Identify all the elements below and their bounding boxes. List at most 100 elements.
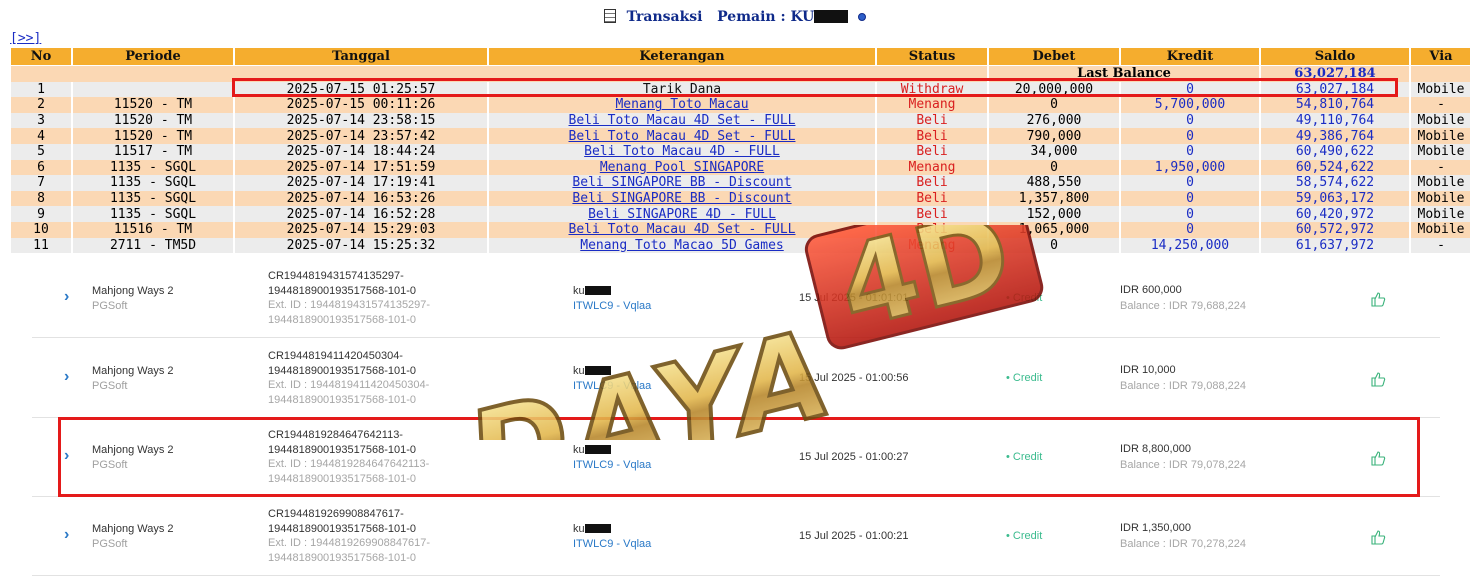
row-keterangan: Beli Toto Macau 4D Set - FULL xyxy=(489,112,875,129)
agent-link[interactable]: ITWLC9 - Vqlaa xyxy=(573,459,651,471)
row-tanggal: 2025-07-14 23:58:15 xyxy=(235,112,487,129)
redacted-user xyxy=(584,445,611,454)
user-name: ku xyxy=(573,365,585,377)
row-kredit: 1,950,000 xyxy=(1121,159,1259,176)
row-status: Beli xyxy=(877,206,987,222)
row-via: Mobile xyxy=(1411,112,1470,129)
table-row: 6 1135 - SGQL 2025-07-14 17:51:59 Menang Po… xyxy=(11,159,1470,176)
agent-link[interactable]: ITWLC9 - Vqlaa xyxy=(573,538,651,550)
row-description-link[interactable]: Beli Toto Macau 4D Set - FULL xyxy=(569,129,796,144)
row-tanggal: 2025-07-14 15:29:03 xyxy=(235,221,487,238)
expand-chevron-icon[interactable]: › xyxy=(64,526,69,544)
col-periode[interactable]: Periode xyxy=(73,48,233,66)
col-via[interactable]: Via xyxy=(1411,48,1470,66)
ext-id-line1: Ext. ID : 1944819284647642113- xyxy=(268,458,430,470)
ref-id-line2: 194481890019351756­8-101-0 xyxy=(268,443,417,456)
row-description-link[interactable]: Beli SINGAPORE 4D - FULL xyxy=(588,207,776,222)
row-description-link[interactable]: Beli SINGAPORE BB - Discount xyxy=(572,175,791,190)
ref-id-line1: CR1944819284647642113- xyxy=(268,429,403,441)
row-keterangan: Menang Pool SINGAPORE xyxy=(489,159,875,176)
col-saldo[interactable]: Saldo xyxy=(1261,48,1409,66)
ext-id-line1: Ext. ID : 1944819431574135297- xyxy=(268,299,431,311)
thumbs-up-icon[interactable] xyxy=(1370,371,1386,387)
row-periode: 1135 - SGQL xyxy=(73,159,233,176)
row-description-link[interactable]: Menang Toto Macao 5D Games xyxy=(580,238,784,253)
row-via: Mobile xyxy=(1411,175,1470,191)
log-amount: IDR 600,000 xyxy=(1120,284,1182,296)
row-tanggal: 2025-07-15 01:25:57 xyxy=(235,81,487,98)
row-saldo: 60,524,622 xyxy=(1261,159,1409,176)
row-periode: 11516 - TM xyxy=(73,221,233,238)
row-periode: 11520 - TM xyxy=(73,128,233,144)
row-saldo: 58,574,622 xyxy=(1261,175,1409,191)
row-keterangan: Tarik Dana xyxy=(489,81,875,98)
expand-chevron-icon[interactable]: › xyxy=(64,368,69,386)
game-log-row[interactable]: › Mahjong Ways 2 PGSoft CR19448194114204503… xyxy=(32,338,1440,418)
row-tanggal: 2025-07-14 16:53:26 xyxy=(235,190,487,207)
row-description-link[interactable]: Beli Toto Macau 4D Set - FULL xyxy=(569,113,796,128)
row-kredit: 0 xyxy=(1121,81,1259,98)
row-kredit: 14,250,000 xyxy=(1121,237,1259,254)
ext-id-line2: 194481890019351756­8-101-0 xyxy=(268,551,417,564)
row-debet: 790,000 xyxy=(989,128,1119,144)
row-no: 1 xyxy=(11,81,71,98)
row-debet: 0 xyxy=(989,159,1119,176)
next-page-link[interactable]: [>>] xyxy=(10,31,41,46)
game-name: Mahjong Ways 2 xyxy=(92,444,174,456)
row-periode: 1135 - SGQL xyxy=(73,206,233,222)
ref-id-line1: CR1944819269908847617- xyxy=(268,508,404,520)
row-description-link[interactable]: Beli SINGAPORE BB - Discount xyxy=(572,191,791,206)
row-status: Withdraw xyxy=(877,81,987,98)
agent-link[interactable]: ITWLC9 - Vqlaa xyxy=(573,380,651,392)
row-status: Beli xyxy=(877,143,987,160)
row-periode: 11520 - TM xyxy=(73,97,233,113)
row-description-link[interactable]: Menang Pool SINGAPORE xyxy=(600,160,764,175)
row-description-link[interactable]: Beli Toto Macau 4D Set - FULL xyxy=(569,222,796,237)
amount-cell: IDR 8,800,000 Balance : IDR 79,078,224 xyxy=(1120,443,1246,471)
col-kredit[interactable]: Kredit xyxy=(1121,48,1259,66)
row-saldo: 49,386,764 xyxy=(1261,128,1409,144)
col-debet[interactable]: Debet xyxy=(989,48,1119,66)
col-tanggal[interactable]: Tanggal xyxy=(235,48,487,66)
game-log-row[interactable]: › Mahjong Ways 2 PGSoft CR19448192846476421… xyxy=(32,417,1440,497)
info-icon[interactable] xyxy=(858,13,867,21)
row-tanggal: 2025-07-14 17:19:41 xyxy=(235,175,487,191)
row-via: - xyxy=(1411,237,1470,254)
row-no: 6 xyxy=(11,159,71,176)
redacted-username xyxy=(814,10,849,23)
row-tanggal: 2025-07-15 00:11:26 xyxy=(235,97,487,113)
log-type: • Credit xyxy=(1006,292,1043,304)
row-description-link[interactable]: Menang Toto Macau xyxy=(615,97,748,112)
game-cell: Mahjong Ways 2 PGSoft xyxy=(92,444,174,471)
game-log-row[interactable]: › Mahjong Ways 2 PGSoft CR19448194315741352… xyxy=(32,258,1440,338)
row-description-link[interactable]: Beli Toto Macau 4D - FULL xyxy=(584,144,780,159)
title-player-label: Pemain : KU xyxy=(717,9,815,25)
row-saldo: 49,110,764 xyxy=(1261,112,1409,129)
user-name: ku xyxy=(573,285,585,297)
col-keterangan[interactable]: Keterangan xyxy=(489,48,875,66)
game-log-row[interactable]: › Mahjong Ways 2 PGSoft CR19448192699088476… xyxy=(32,496,1440,576)
game-cell: Mahjong Ways 2 PGSoft xyxy=(92,523,174,550)
game-provider: PGSoft xyxy=(92,300,128,312)
row-saldo: 54,810,764 xyxy=(1261,97,1409,113)
col-no[interactable]: No xyxy=(11,48,71,66)
log-type-label: Credit xyxy=(1012,451,1043,463)
thumbs-up-icon[interactable] xyxy=(1370,450,1386,466)
thumbs-up-icon[interactable] xyxy=(1370,291,1386,307)
amount-cell: IDR 1,350,000 Balance : IDR 70,278,224 xyxy=(1120,522,1246,550)
row-debet: 276,000 xyxy=(989,112,1119,129)
log-type-label: Credit xyxy=(1012,530,1043,542)
log-amount: IDR 1,350,000 xyxy=(1120,522,1191,534)
row-status: Beli xyxy=(877,128,987,144)
row-via: Mobile xyxy=(1411,206,1470,222)
row-status: Menang xyxy=(877,159,987,176)
transaction-table: No Periode Tanggal Keterangan Status Deb… xyxy=(9,48,1470,254)
expand-chevron-icon[interactable]: › xyxy=(64,288,69,306)
thumbs-up-icon[interactable] xyxy=(1370,529,1386,545)
col-status[interactable]: Status xyxy=(877,48,987,66)
table-header: No Periode Tanggal Keterangan Status Deb… xyxy=(11,48,1470,66)
agent-link[interactable]: ITWLC9 - Vqlaa xyxy=(573,300,651,312)
amount-cell: IDR 600,000 Balance : IDR 79,688,224 xyxy=(1120,284,1246,312)
log-type: • Credit xyxy=(1006,372,1043,384)
expand-chevron-icon[interactable]: › xyxy=(64,447,69,465)
